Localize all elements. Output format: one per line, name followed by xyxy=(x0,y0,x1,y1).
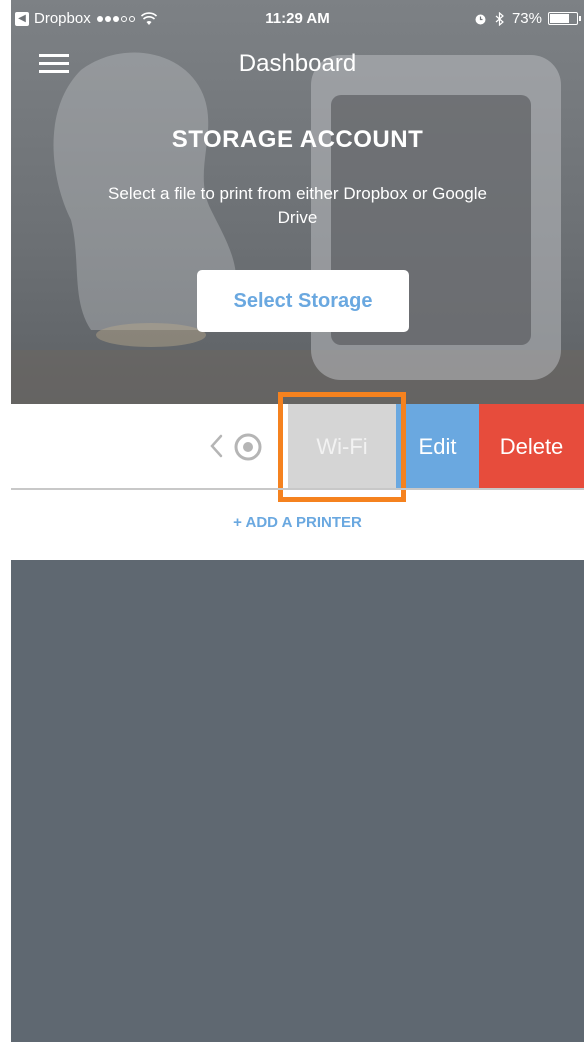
select-storage-button[interactable]: Select Storage xyxy=(197,270,409,332)
hero-banner: ◀ Dropbox 11:29 AM 73% Dashboard STORAGE… xyxy=(11,0,584,404)
chevron-left-icon[interactable] xyxy=(209,432,223,460)
screen: ◀ Dropbox 11:29 AM 73% Dashboard STORAGE… xyxy=(0,0,584,1042)
printer-row[interactable]: Wi-Fi Edit Delete xyxy=(11,404,584,489)
gear-icon[interactable] xyxy=(233,432,263,462)
status-right: 73% xyxy=(474,10,581,27)
empty-content-panel xyxy=(11,560,584,1042)
nav-title: Dashboard xyxy=(238,50,357,77)
delete-button[interactable]: Delete xyxy=(479,404,584,489)
battery-tip xyxy=(579,16,581,21)
alarm-icon xyxy=(475,14,486,24)
battery-icon xyxy=(548,12,581,25)
left-gutter xyxy=(0,0,11,1042)
storage-account-title: STORAGE ACCOUNT xyxy=(171,126,424,153)
edit-button[interactable]: Edit xyxy=(396,404,479,489)
battery-percent: 73% xyxy=(511,10,542,27)
battery-level-fill xyxy=(550,14,569,23)
row-divider xyxy=(11,488,584,490)
status-bar: ◀ Dropbox 11:29 AM 73% xyxy=(11,0,584,38)
add-printer-link[interactable]: + ADD A PRINTER xyxy=(11,514,584,531)
wifi-button[interactable]: Wi-Fi xyxy=(288,404,396,489)
bluetooth-icon xyxy=(495,11,504,26)
storage-account-subtitle: Select a file to print from either Dropb… xyxy=(108,184,487,227)
